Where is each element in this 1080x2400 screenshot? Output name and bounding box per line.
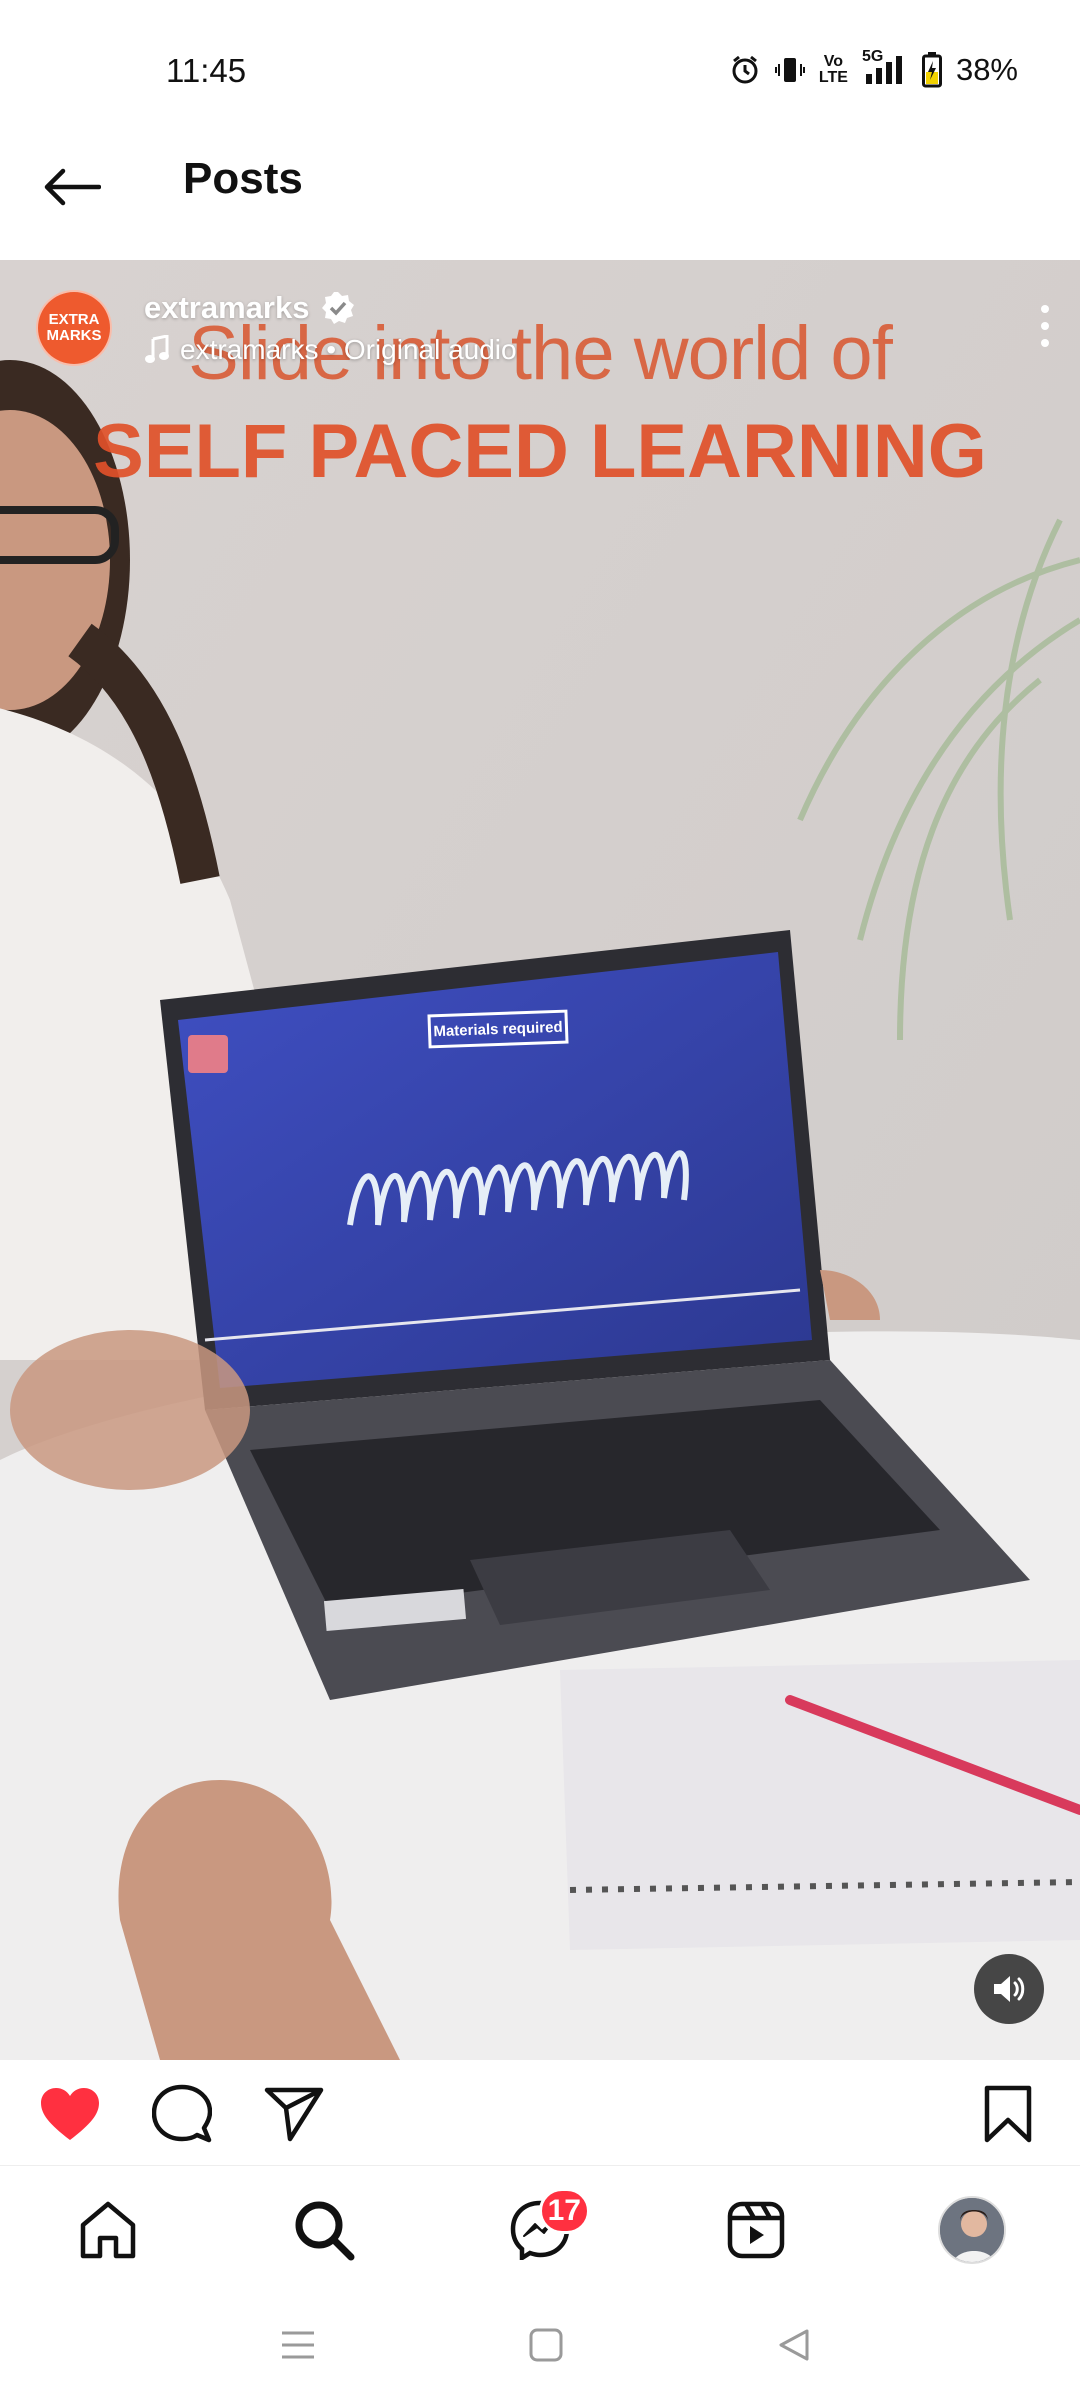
- nav-reels[interactable]: [720, 2194, 792, 2266]
- author-avatar[interactable]: EXTRA MARKS: [36, 290, 112, 366]
- app-header: Posts: [0, 140, 1080, 260]
- status-bar: 11:45 Vo LTE 5G 38%: [0, 0, 1080, 140]
- status-icons: Vo LTE 5G 38%: [729, 48, 1018, 90]
- battery-percent: 38%: [955, 52, 1018, 87]
- heart-filled-icon: [41, 2088, 99, 2140]
- speaker-on-icon: [994, 1976, 1025, 2002]
- home-square-icon: [529, 2328, 563, 2362]
- screen-label: Materials required: [427, 1009, 569, 1049]
- profile-avatar: [938, 2196, 1006, 2264]
- system-navigation: [0, 2295, 1080, 2400]
- status-time: 11:45: [166, 52, 247, 89]
- page-title: Posts: [183, 154, 303, 203]
- nav-profile[interactable]: [936, 2194, 1008, 2266]
- back-triangle-icon: [779, 2329, 809, 2361]
- home-icon: [80, 2201, 136, 2259]
- more-options-button[interactable]: [1030, 296, 1060, 356]
- post-header: EXTRA MARKS extramarks extramarks • Orig…: [36, 288, 1060, 368]
- volte-label: Vo LTE: [818, 53, 848, 86]
- video-frame: [0, 260, 1080, 2060]
- nav-messenger[interactable]: 17: [504, 2188, 590, 2266]
- back-system-button[interactable]: [764, 2315, 824, 2375]
- unread-badge: 17: [538, 2188, 590, 2234]
- back-button[interactable]: [36, 152, 106, 222]
- nav-search[interactable]: [288, 2194, 360, 2266]
- search-icon: [295, 2201, 355, 2261]
- home-system-button[interactable]: [516, 2315, 576, 2375]
- more-dots-icon: [1041, 305, 1049, 313]
- author-username[interactable]: extramarks: [144, 290, 355, 326]
- sound-toggle-button[interactable]: [974, 1954, 1044, 2024]
- comment-icon: [152, 2084, 212, 2143]
- send-icon: [264, 2087, 324, 2142]
- overlay-caption-line2: SELF PACED LEARNING: [93, 409, 987, 494]
- alarm-icon: [729, 54, 761, 86]
- like-button[interactable]: [38, 2082, 102, 2146]
- post-video[interactable]: Slide into the world of SELF PACED LEARN…: [0, 260, 1080, 2060]
- nav-home[interactable]: [72, 2194, 144, 2266]
- music-note-icon: [145, 335, 169, 363]
- audio-attribution[interactable]: extramarks • Original audio: [144, 334, 517, 366]
- menu-icon: [282, 2331, 314, 2359]
- bookmark-icon: [984, 2085, 1032, 2143]
- save-button[interactable]: [976, 2082, 1040, 2146]
- comment-button[interactable]: [150, 2082, 214, 2146]
- battery-icon: [921, 52, 942, 88]
- arrow-left-icon: [44, 168, 101, 206]
- vibrate-icon: [774, 54, 805, 86]
- signal-icon: 5G: [862, 48, 908, 86]
- reels-icon: [727, 2201, 785, 2259]
- share-button[interactable]: [262, 2082, 326, 2146]
- verified-badge-icon: [322, 292, 355, 324]
- recents-button[interactable]: [268, 2315, 328, 2375]
- post-actions: [0, 2060, 1080, 2165]
- bottom-nav: 17: [0, 2165, 1080, 2295]
